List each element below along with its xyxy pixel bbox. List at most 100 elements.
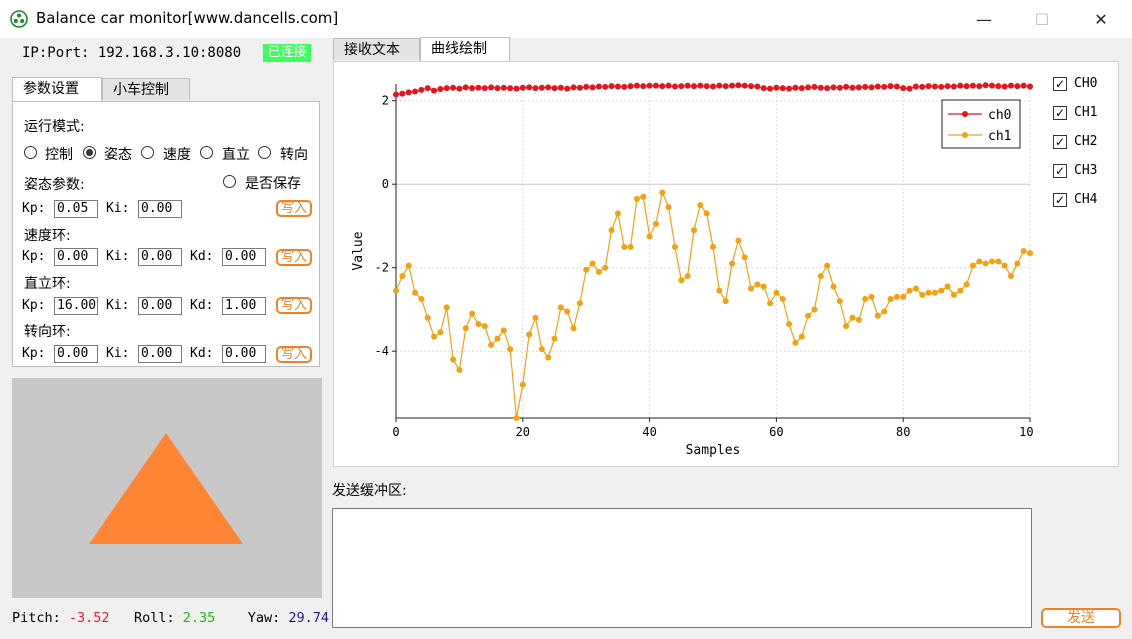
speed-ki-input[interactable]: 0.00 [138,248,182,266]
maximize-button[interactable]: ☐ [1019,6,1065,32]
save-radio[interactable] [223,175,236,188]
attitude-visualization [12,378,322,598]
data-point-ch1 [564,308,571,315]
data-point-ch0 [614,83,621,90]
data-point-ch1 [462,325,469,332]
data-point-ch1 [963,281,970,288]
ch0-checkbox[interactable]: ✓ [1053,77,1067,91]
upright-kd-input[interactable]: 1.00 [222,297,266,315]
y-tick-label: 0 [382,177,389,191]
data-point-ch1 [1007,273,1014,280]
data-point-ch1 [576,300,583,307]
data-point-ch0 [602,83,609,90]
send-button[interactable]: 发送 [1041,608,1121,628]
data-point-ch1 [754,281,761,288]
data-point-ch0 [748,83,755,90]
data-point-ch0 [690,83,697,90]
data-point-ch0 [817,84,824,91]
data-point-ch1 [786,321,793,328]
radio-turn[interactable] [258,146,271,159]
data-point-ch1 [532,314,539,321]
data-point-ch1 [805,312,812,319]
data-point-ch1 [456,366,463,373]
data-point-ch0 [938,83,945,90]
data-point-ch1 [862,296,869,303]
data-point-ch0 [824,85,831,92]
data-point-ch1 [912,285,919,292]
tab-curve-plot[interactable]: 曲线绘制 [420,37,510,61]
data-point-ch1 [792,339,799,346]
data-point-ch0 [424,85,431,92]
write-speed-button[interactable]: 写入 [276,249,312,266]
data-point-ch1 [779,296,786,303]
data-point-ch0 [633,82,640,89]
data-point-ch1 [500,327,507,334]
data-point-ch0 [640,83,647,90]
data-point-ch1 [621,243,628,250]
radio-upright[interactable] [200,146,213,159]
data-point-ch1 [982,260,989,267]
data-point-ch1 [481,323,488,330]
data-point-ch0 [893,83,900,90]
write-turn-button[interactable]: 写入 [276,346,312,363]
data-point-ch1 [538,346,545,353]
write-attitude-button[interactable]: 写入 [276,200,312,217]
upright-ki-input[interactable]: 0.00 [138,297,182,315]
attitude-kp-label: Kp: [22,201,46,216]
data-point-ch1 [748,285,755,292]
data-point-ch0 [805,84,812,91]
data-point-ch0 [678,83,685,90]
yaw-label: Yaw: [247,610,281,626]
data-point-ch0 [779,85,786,92]
radio-control[interactable] [24,146,37,159]
ch3-checkbox[interactable]: ✓ [1053,164,1067,178]
ch4-checkbox[interactable]: ✓ [1053,193,1067,207]
channel-checkbox-group: ✓ CH0 ✓ CH1 ✓ CH2 ✓ CH3 ✓ CH4 [1053,76,1123,216]
turn-ki-input[interactable]: 0.00 [138,345,182,363]
speed-kp-input[interactable]: 0.00 [54,248,98,266]
data-point-ch1 [665,204,672,211]
data-point-ch0 [862,83,869,90]
send-buffer-label: 发送缓冲区: [332,483,407,499]
data-point-ch1 [1027,250,1033,257]
data-point-ch0 [773,84,780,91]
maximize-icon: ☐ [1034,9,1050,29]
radio-selected-dot [86,149,93,156]
turn-ki-label: Ki: [106,346,130,361]
turn-kp-label: Kp: [22,346,46,361]
data-point-ch0 [621,83,628,90]
radio-attitude[interactable] [83,146,96,159]
data-point-ch0 [754,83,761,90]
data-point-ch1 [633,195,640,202]
data-point-ch1 [849,314,856,321]
write-upright-button[interactable]: 写入 [276,297,312,314]
radio-speed[interactable] [141,146,154,159]
speed-kd-label: Kd: [190,249,214,264]
roll-label: Roll: [133,610,175,626]
turn-kd-input[interactable]: 0.00 [222,345,266,363]
send-buffer-textarea[interactable] [332,508,1032,628]
turn-kp-input[interactable]: 0.00 [54,345,98,363]
attitude-ki-input[interactable]: 0.00 [138,200,182,218]
tab-param-settings[interactable]: 参数设置 [12,77,102,101]
minimize-button[interactable]: — [961,6,1007,32]
pitch-value: -3.52 [68,610,110,626]
data-point-ch1 [798,333,805,340]
tab-car-control[interactable]: 小车控制 [102,78,190,100]
speed-kd-input[interactable]: 0.00 [222,248,266,266]
close-button[interactable]: ✕ [1078,6,1124,32]
tab-receive-text[interactable]: 接收文本 [333,38,420,60]
upright-kp-input[interactable]: 16.00 [54,297,98,315]
ch1-checkbox[interactable]: ✓ [1053,106,1067,120]
ch2-checkbox[interactable]: ✓ [1053,135,1067,149]
data-point-ch1 [988,258,995,265]
y-tick-label: -2 [375,261,389,275]
x-tick-label: 40 [642,425,656,439]
data-point-ch0 [399,90,406,97]
data-point-ch0 [557,84,564,91]
attitude-kp-input[interactable]: 0.05 [54,200,98,218]
data-point-ch0 [874,83,881,90]
data-point-ch1 [830,283,837,290]
data-point-ch1 [735,237,742,244]
turn-kd-label: Kd: [190,346,214,361]
